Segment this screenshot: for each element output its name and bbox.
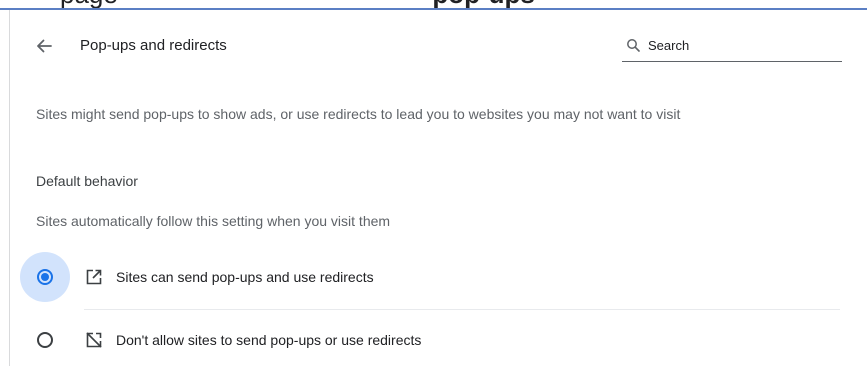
page-title: Pop-ups and redirects	[80, 37, 227, 54]
search-input[interactable]	[648, 34, 834, 56]
option-block-label: Don't allow sites to send pop-ups or use…	[116, 332, 422, 348]
option-divider	[84, 309, 840, 310]
option-block-popups[interactable]: Don't allow sites to send pop-ups or use…	[20, 315, 840, 365]
back-arrow-icon	[37, 39, 52, 53]
radio-allow-popups[interactable]	[37, 269, 53, 285]
back-button[interactable]	[30, 32, 58, 60]
option-allow-label: Sites can send pop-ups and use redirects	[116, 269, 374, 285]
page-description: Sites might send pop-ups to show ads, or…	[36, 106, 681, 122]
popup-blocked-icon	[86, 332, 102, 348]
radio-block-popups[interactable]	[37, 332, 53, 348]
top-fragment-text: page pop-ups	[60, 0, 860, 7]
page-header: Pop-ups and redirects	[0, 22, 867, 68]
option-allow-popups[interactable]: Sites can send pop-ups and use redirects	[20, 252, 840, 302]
default-behavior-heading: Default behavior	[36, 173, 138, 189]
top-cropped-fragment: page pop-ups	[0, 0, 867, 10]
settings-page: page pop-ups Pop-ups and redirects Sites…	[0, 0, 867, 366]
search-icon	[627, 39, 640, 52]
default-behavior-subtext: Sites automatically follow this setting …	[36, 213, 391, 229]
top-blue-line	[0, 8, 867, 10]
open-in-new-icon	[86, 269, 102, 285]
search-field[interactable]	[622, 31, 842, 62]
